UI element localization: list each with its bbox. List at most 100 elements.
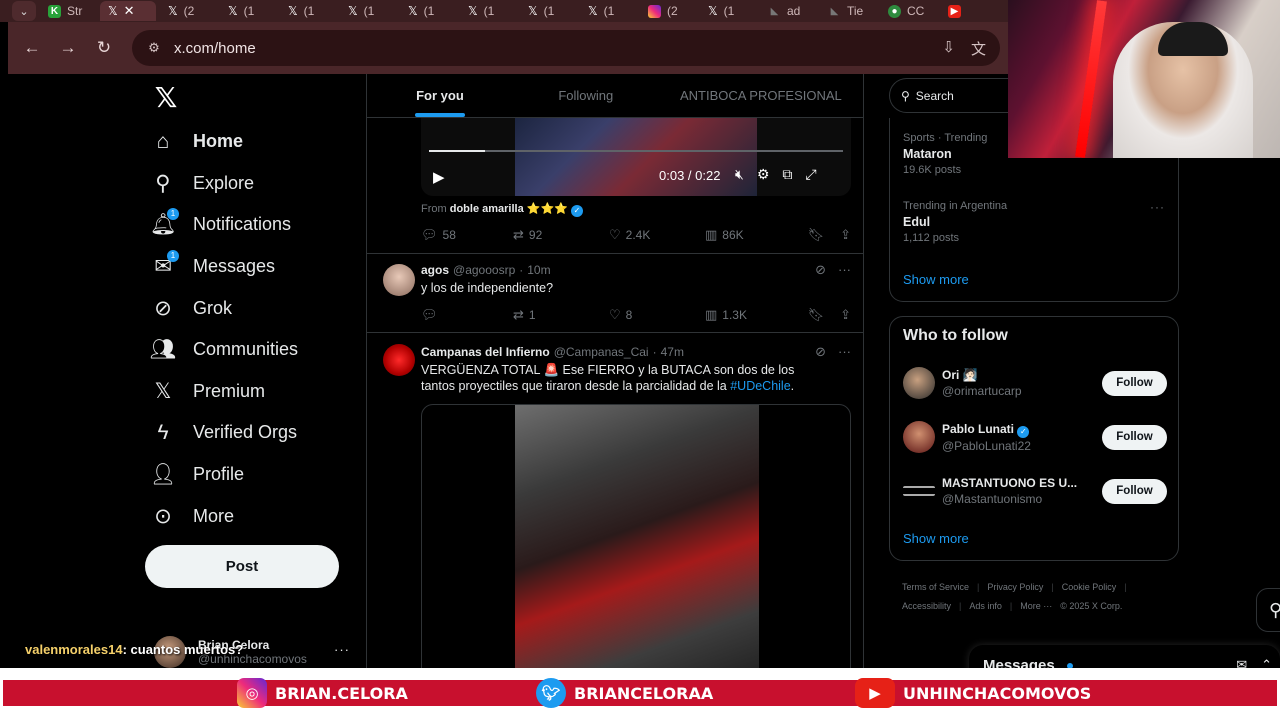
nav-item-grok[interactable]: ⊘ Grok — [150, 287, 360, 329]
reply-button[interactable]: 💬︎ 58 — [421, 227, 513, 243]
more-icon[interactable]: ··· — [838, 262, 851, 278]
browser-tab[interactable]: (2 — [640, 1, 696, 21]
follow-button[interactable]: Follow — [1102, 478, 1167, 504]
translate-icon[interactable]: 文 — [971, 38, 986, 59]
more-icon[interactable]: ··· — [1150, 200, 1165, 214]
nav-item-notifications[interactable]: 🔔︎ 1 Notifications — [150, 204, 360, 246]
bookmark-icon[interactable]: 🔖︎ — [808, 227, 825, 243]
browser-tab[interactable]: 𝕏 (1 — [340, 1, 396, 21]
tweet-time[interactable]: 10m — [527, 263, 550, 277]
browser-tab[interactable]: ● CC — [880, 1, 936, 21]
nav-item-verified-orgs[interactable]: ϟ Verified Orgs — [150, 412, 360, 454]
hashtag-link[interactable]: #UDeChile — [730, 379, 790, 393]
post-button[interactable]: Post — [145, 545, 339, 588]
tweet-text-end: . — [790, 379, 795, 393]
tab-for-you[interactable]: For you — [367, 74, 513, 117]
like-button[interactable]: ♡ 8 — [609, 307, 705, 323]
browser-tab[interactable]: 𝕏 (1 — [280, 1, 336, 21]
footer-link-privacy[interactable]: Privacy Policy — [987, 582, 1043, 592]
divider: | — [977, 582, 980, 592]
tab-following[interactable]: Following — [513, 74, 659, 117]
footer-link-terms[interactable]: Terms of Service — [902, 582, 969, 592]
source-attribution[interactable]: From doble amarilla ⭐⭐⭐ ✓ — [421, 202, 583, 217]
video-player[interactable]: ▶ 0:03 / 0:22 🔇︎ ⚙ ⧉ ⤢ — [421, 118, 851, 196]
tweet-author-name[interactable]: agos — [421, 263, 449, 277]
share-icon[interactable]: ⇪ — [840, 307, 851, 323]
site-settings-icon[interactable]: ⚙ — [146, 40, 162, 56]
tab-antiboca-profesional[interactable]: ANTIBOCA PROFESIONAL — [659, 74, 863, 117]
browser-tab[interactable]: ◣ Tie — [820, 1, 876, 21]
follow-button[interactable]: Follow — [1102, 370, 1167, 396]
nav-item-more[interactable]: ⊙ More — [150, 495, 360, 537]
fullscreen-icon[interactable]: ⤢ — [805, 166, 816, 183]
nav-item-home[interactable]: ⌂ Home — [150, 121, 360, 163]
reload-button[interactable]: ↻ — [90, 34, 118, 62]
browser-tab[interactable]: 𝕏 (1 — [400, 1, 456, 21]
follow-suggestion[interactable]: Pablo Lunati ✓ @PabloLunati22 Follow — [903, 419, 1167, 455]
footer-link-accessibility[interactable]: Accessibility — [902, 601, 951, 611]
video-progress-bar[interactable] — [429, 150, 843, 152]
footer-link-more[interactable]: More ··· — [1020, 601, 1052, 611]
browser-tab[interactable]: 𝕏 (1 — [460, 1, 516, 21]
mute-icon[interactable]: 🔇︎ — [735, 166, 744, 183]
grok-icon[interactable]: ⊘ — [815, 344, 826, 360]
twitter-icon: 🐦︎ — [536, 678, 566, 708]
avatar[interactable] — [383, 344, 415, 376]
views-button[interactable]: ▥ 86K — [705, 227, 744, 243]
who-to-follow-show-more-link[interactable]: Show more — [903, 531, 969, 546]
tab-search-button[interactable]: ⌄ — [12, 1, 36, 21]
follow-suggestion-handle: @Mastantuonismo — [942, 492, 1043, 506]
repost-button[interactable]: ⇄ 1 — [513, 307, 609, 323]
nav-item-explore[interactable]: ⚲ Explore — [150, 163, 360, 205]
back-button[interactable]: ← — [18, 34, 46, 62]
tweet-author-handle[interactable]: @agooosrp — [453, 263, 515, 277]
reply-button[interactable]: 💬︎ — [421, 307, 513, 323]
social-youtube: ▶ UNHINCHACOMOVOS — [855, 678, 1091, 708]
footer-link-ads-info[interactable]: Ads info — [969, 601, 1002, 611]
forward-button[interactable]: → — [54, 34, 82, 62]
x-logo-icon[interactable]: 𝕏 — [152, 84, 180, 112]
tweet-media[interactable] — [421, 404, 851, 674]
more-icon[interactable]: ··· — [838, 344, 851, 360]
nav-item-messages[interactable]: ✉ 1 Messages — [150, 246, 360, 288]
browser-tab[interactable]: ▶ — [940, 1, 996, 21]
grok-icon[interactable]: ⊘ — [815, 262, 826, 278]
tweet-author-handle[interactable]: @Campanas_Cai — [554, 345, 649, 359]
browser-tab[interactable]: 𝕏 (1 — [700, 1, 756, 21]
browser-tab-active[interactable]: 𝕏 ✕ — [100, 1, 156, 21]
repost-button[interactable]: ⇄ 92 — [513, 227, 609, 243]
tweet-author-name[interactable]: Campanas del Infierno — [421, 345, 550, 359]
browser-tab[interactable]: ◣ ad — [760, 1, 816, 21]
browser-tab[interactable]: 𝕏 (2 — [160, 1, 216, 21]
grok-float-button[interactable]: ⚲ — [1256, 588, 1280, 632]
chat-message: valenmorales14: cuantos muertos? — [25, 642, 243, 657]
nav-item-profile[interactable]: 👤︎ Profile — [150, 454, 360, 496]
views-button[interactable]: ▥ 1.3K — [705, 307, 747, 323]
trend-item[interactable]: Trending in Argentina Edul 1,112 posts ·… — [903, 200, 1165, 244]
share-icon[interactable]: ⇪ — [840, 227, 851, 243]
avatar[interactable] — [383, 264, 415, 296]
install-app-icon[interactable]: ⇩ — [942, 38, 955, 59]
browser-tab[interactable]: K Str — [40, 1, 96, 21]
nav-item-premium[interactable]: 𝕏 Premium — [150, 371, 360, 413]
close-tab-icon[interactable]: ✕ — [124, 3, 135, 19]
address-bar[interactable]: ⚙ x.com/home ⇩ 文 — [132, 30, 1000, 66]
search-input[interactable]: ⚲ Search — [889, 78, 1010, 113]
more-icon[interactable]: ··· — [334, 642, 350, 657]
tweet-time[interactable]: 47m — [661, 345, 684, 359]
follow-suggestion[interactable]: Ori 🧖🏻 @orimartucarp Follow — [903, 365, 1167, 401]
like-button[interactable]: ♡ 2.4K — [609, 227, 705, 243]
play-icon[interactable]: ▶ — [433, 168, 445, 186]
browser-tab[interactable]: 𝕏 (1 — [220, 1, 276, 21]
bookmark-icon[interactable]: 🔖︎ — [808, 307, 825, 323]
chat-username: valenmorales14 — [25, 642, 123, 657]
settings-icon[interactable]: ⚙ — [757, 166, 770, 183]
nav-item-communities[interactable]: 👥︎ Communities — [150, 329, 360, 371]
picture-in-picture-icon[interactable]: ⧉ — [782, 166, 792, 183]
footer-link-cookies[interactable]: Cookie Policy — [1062, 582, 1117, 592]
browser-tab[interactable]: 𝕏 (1 — [520, 1, 576, 21]
browser-tab[interactable]: 𝕏 (1 — [580, 1, 636, 21]
trends-show-more-link[interactable]: Show more — [903, 272, 969, 287]
follow-suggestion[interactable]: MASTANTUONO ES U... @Mastantuonismo Foll… — [903, 473, 1167, 509]
follow-button[interactable]: Follow — [1102, 424, 1167, 450]
